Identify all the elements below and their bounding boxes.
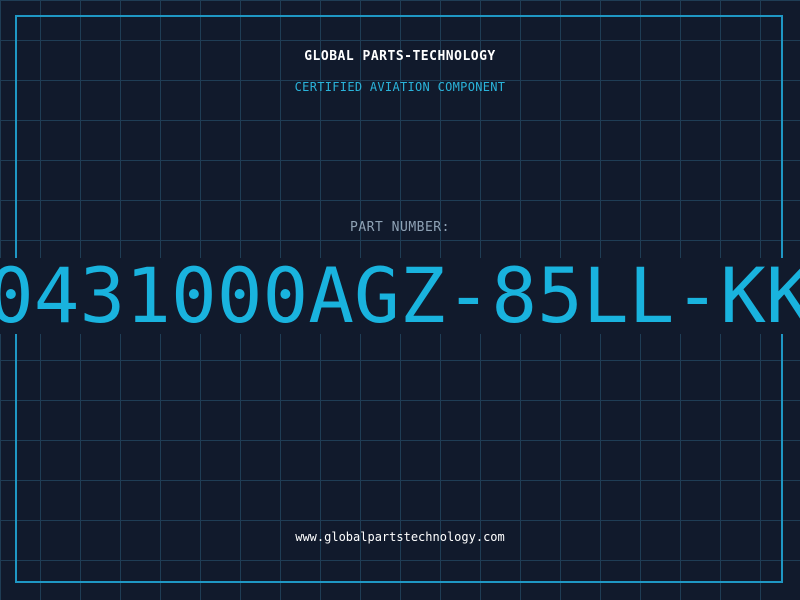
part-number-label: PART NUMBER:	[350, 220, 450, 235]
part-number-band: 0431000AGZ-85LL-KK4	[0, 258, 800, 334]
part-number-value: 0431000AGZ-85LL-KK4	[0, 258, 800, 334]
part-card: GLOBAL PARTS-TECHNOLOGY CERTIFIED AVIATI…	[0, 0, 800, 600]
certification-subtitle: CERTIFIED AVIATION COMPONENT	[294, 80, 506, 94]
website-link[interactable]: www.globalpartstechnology.com	[0, 530, 800, 544]
company-name: GLOBAL PARTS-TECHNOLOGY	[304, 49, 496, 64]
